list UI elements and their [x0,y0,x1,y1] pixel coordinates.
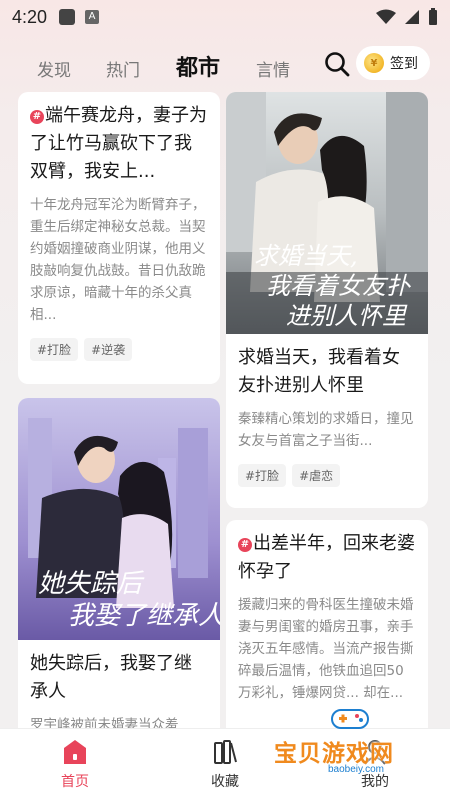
tag-list: #打脸 #虐恋 [238,464,416,487]
tab-urban[interactable]: 都市 [176,50,220,82]
hash-badge-icon: # [30,110,44,124]
book-card[interactable]: # 出差半年，回来老婆怀孕了 援藏归来的骨科医生撞破未婚妻与男闺蜜的婚房丑事，亲手… [226,520,428,740]
status-bar: 4:20 A [0,0,450,34]
card-description: 秦臻精心策划的求婚日，撞见女友与首富之子当街... [238,411,414,449]
tab-discover[interactable]: 发现 [37,56,71,81]
category-tabs: 发现 热门 都市 言情 ¥ 签到 [0,44,450,90]
tab-hot[interactable]: 热门 [106,56,140,81]
tag[interactable]: #打脸 [238,464,287,487]
signin-button[interactable]: ¥ 签到 [356,46,430,80]
hash-badge-icon: # [238,538,252,552]
cover-title-line: 我娶了继承人 [68,601,220,631]
nav-favorites-label: 收藏 [211,773,239,790]
card-title: 求婚当天，我看着女友扑进别人怀里 [238,347,400,396]
a-notification-icon: A [85,10,100,24]
wifi-icon [376,9,396,24]
cover-title-line: 她失踪后 [38,569,145,599]
tag-list: #打脸 #逆袭 [30,338,208,361]
card-title: # 出差半年，回来老婆怀孕了 [238,533,415,582]
home-icon [64,739,86,764]
nav-profile-label: 我的 [361,773,389,790]
notification-icon [59,9,76,25]
nav-favorites[interactable]: 收藏 [175,739,275,791]
tag[interactable]: #逆袭 [84,338,133,361]
status-time: 4:20 [12,6,48,27]
tag[interactable]: #虐恋 [292,464,341,487]
tag[interactable]: #打脸 [30,338,79,361]
signal-icon [405,10,419,24]
bottom-nav: 首页 收藏 我的 [0,728,450,800]
search-icon[interactable] [323,50,351,78]
cover-title-line: 我看着女友扑 [266,272,412,300]
card-description: 十年龙舟冠军沦为断臂弃子，重生后绑定神秘女总裁。当契约婚姻撞破商业阴谋，他用义肢… [30,197,206,323]
book-card[interactable]: 她失踪后 我娶了继承人 她失踪后，我娶了继承人 罗宇峰被前未婚妻当众羞 [18,398,220,738]
cover-title-line: 求婚当天, [254,242,358,270]
nav-home[interactable]: 首页 [25,739,125,791]
cover-title-line: 进别人怀里 [286,302,408,330]
profile-icon [364,739,386,765]
bookshelf-icon [214,739,237,764]
book-cover-image: 求婚当天, 我看着女友扑 进别人怀里 [226,92,428,334]
book-cover-image: 她失踪后 我娶了继承人 [18,398,220,640]
card-title: # 端午赛龙舟，妻子为了让竹马赢砍下了我双臂，我安上... [30,105,207,182]
battery-icon [429,8,437,25]
signin-label: 签到 [390,56,418,72]
tab-romance[interactable]: 言情 [256,56,290,81]
coin-icon: ¥ [364,53,384,73]
book-card[interactable]: # 端午赛龙舟，妻子为了让竹马赢砍下了我双臂，我安上... 十年龙舟冠军沦为断臂弃… [18,92,220,384]
card-title: 她失踪后，我娶了继承人 [30,653,192,702]
card-description: 援藏归来的骨科医生撞破未婚妻与男闺蜜的婚房丑事，亲手浇灭五年感情。当流产报告撕碎… [238,597,414,701]
status-right [376,8,438,26]
nav-profile[interactable]: 我的 [325,739,425,791]
nav-home-label: 首页 [61,773,89,790]
book-card[interactable]: 求婚当天, 我看着女友扑 进别人怀里 求婚当天，我看着女友扑进别人怀里 秦臻精心… [226,92,428,508]
